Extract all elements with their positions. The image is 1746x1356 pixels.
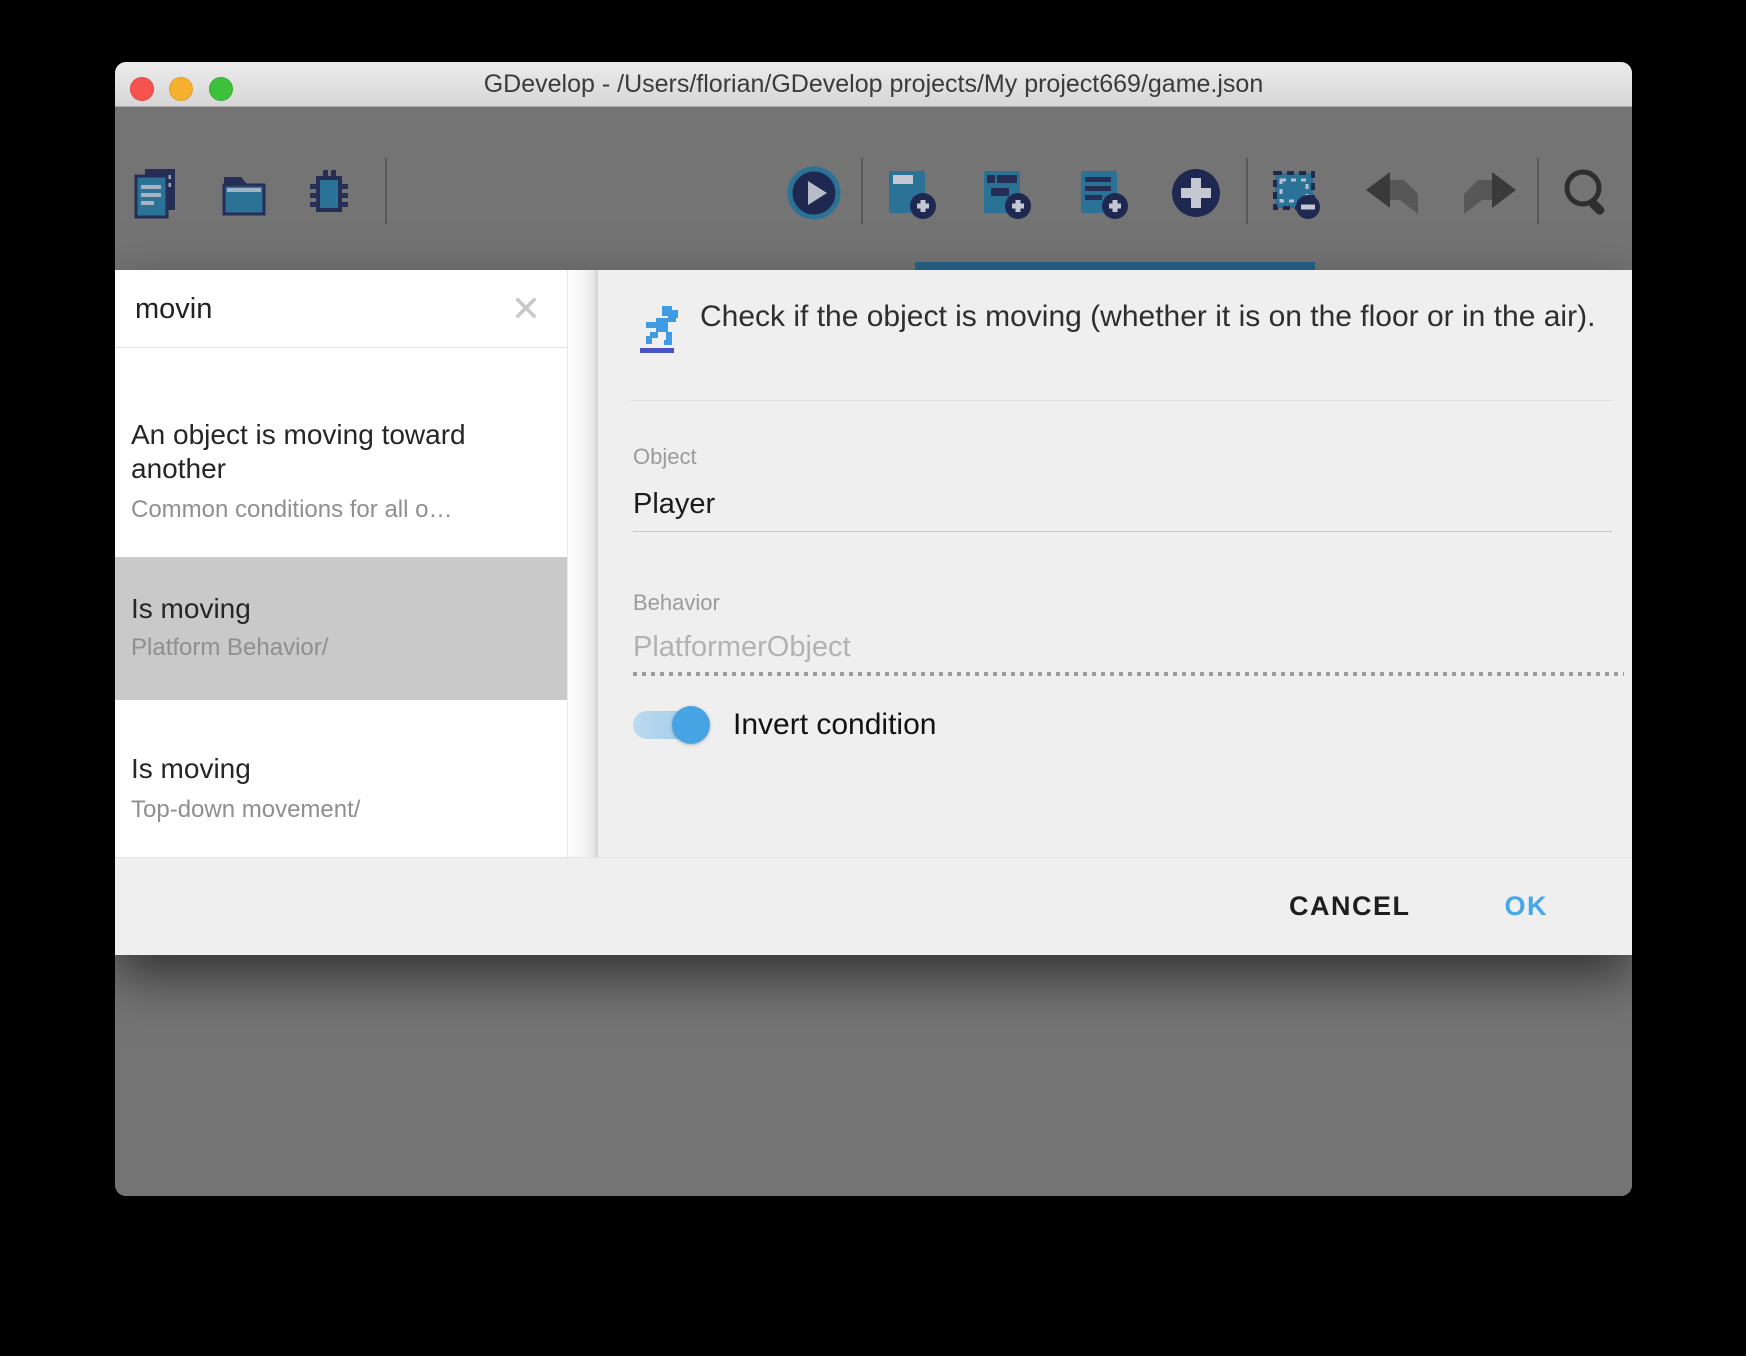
redo-button[interactable] [1457, 164, 1515, 222]
dialog-footer: CANCEL OK [115, 857, 1632, 955]
result-item[interactable]: Is moving Top-down movement/ [115, 700, 567, 857]
play-button[interactable] [785, 164, 843, 222]
cancel-button[interactable]: CANCEL [1275, 881, 1425, 932]
toolbar-separator [1537, 158, 1539, 224]
toolbar-separator [1246, 158, 1248, 224]
search-input[interactable] [133, 270, 477, 349]
debugger-icon [300, 164, 358, 222]
object-field-label: Object [633, 444, 697, 470]
result-title: Is moving [131, 592, 551, 626]
behavior-field-dotted-underline [633, 672, 1624, 676]
behavior-field-label: Behavior [633, 590, 720, 616]
window-title: GDevelop - /Users/florian/GDevelop proje… [115, 62, 1632, 106]
play-icon [785, 164, 843, 222]
add-external-layout-icon [976, 164, 1034, 222]
condition-detail-panel: Check if the object is moving (whether i… [598, 270, 1632, 857]
screenshot-stage: GDevelop - /Users/florian/GDevelop proje… [0, 0, 1746, 1356]
open-project-button[interactable] [215, 164, 273, 222]
object-field-value[interactable]: Player [633, 488, 715, 521]
condition-search-panel: ✕ An object is moving toward another Com… [115, 270, 568, 857]
condition-editor-dialog: ✕ An object is moving toward another Com… [115, 270, 1632, 955]
condition-description: Check if the object is moving (whether i… [700, 298, 1595, 336]
debugger-button[interactable] [300, 164, 358, 222]
search-button[interactable] [1557, 164, 1615, 222]
result-title: An object is moving toward another [131, 418, 551, 486]
add-object-button[interactable] [1167, 164, 1225, 222]
result-title: Is moving [131, 752, 551, 786]
invert-condition-label: Invert condition [733, 708, 936, 742]
undo-icon [1360, 164, 1425, 222]
invert-condition-row[interactable]: Invert condition [633, 708, 936, 742]
toggle-thumb[interactable] [672, 706, 710, 744]
add-scene-icon [881, 164, 939, 222]
documents-icon [128, 164, 186, 222]
object-field-underline [633, 531, 1612, 532]
result-item[interactable]: An object is moving toward another Commo… [115, 363, 567, 557]
toolbar [115, 106, 1632, 262]
add-external-events-icon [1073, 164, 1131, 222]
behavior-field-value[interactable]: PlatformerObject [633, 631, 851, 664]
add-object-icon [1167, 164, 1225, 222]
search-row: ✕ [115, 270, 567, 348]
toolbar-separator [861, 158, 863, 224]
remove-selection-icon [1267, 164, 1325, 222]
result-subtitle: Common conditions for all o… [131, 496, 551, 524]
undo-button[interactable] [1360, 164, 1418, 222]
gdevelop-window: GDevelop - /Users/florian/GDevelop proje… [115, 62, 1632, 1196]
add-external-layout-button[interactable] [976, 164, 1034, 222]
redo-icon [1457, 164, 1522, 222]
add-external-events-button[interactable] [1073, 164, 1131, 222]
titlebar: GDevelop - /Users/florian/GDevelop proje… [115, 62, 1632, 107]
result-subtitle: Platform Behavior/ [131, 634, 551, 662]
open-folder-icon [215, 164, 273, 222]
remove-selection-button[interactable] [1267, 164, 1325, 222]
result-item-selected[interactable]: Is moving Platform Behavior/ [115, 557, 567, 700]
clear-search-icon[interactable]: ✕ [511, 291, 541, 327]
result-subtitle: Top-down movement/ [131, 796, 551, 824]
project-manager-button[interactable] [128, 164, 186, 222]
add-scene-button[interactable] [881, 164, 939, 222]
condition-header: Check if the object is moving (whether i… [638, 298, 1610, 354]
toolbar-separator [385, 158, 387, 224]
ok-button[interactable]: OK [1491, 881, 1563, 932]
platformer-runner-icon [638, 306, 680, 354]
search-icon [1557, 164, 1615, 222]
divider [630, 400, 1612, 401]
invert-toggle[interactable] [633, 711, 707, 739]
list-scrollbar-gutter[interactable] [568, 270, 598, 857]
